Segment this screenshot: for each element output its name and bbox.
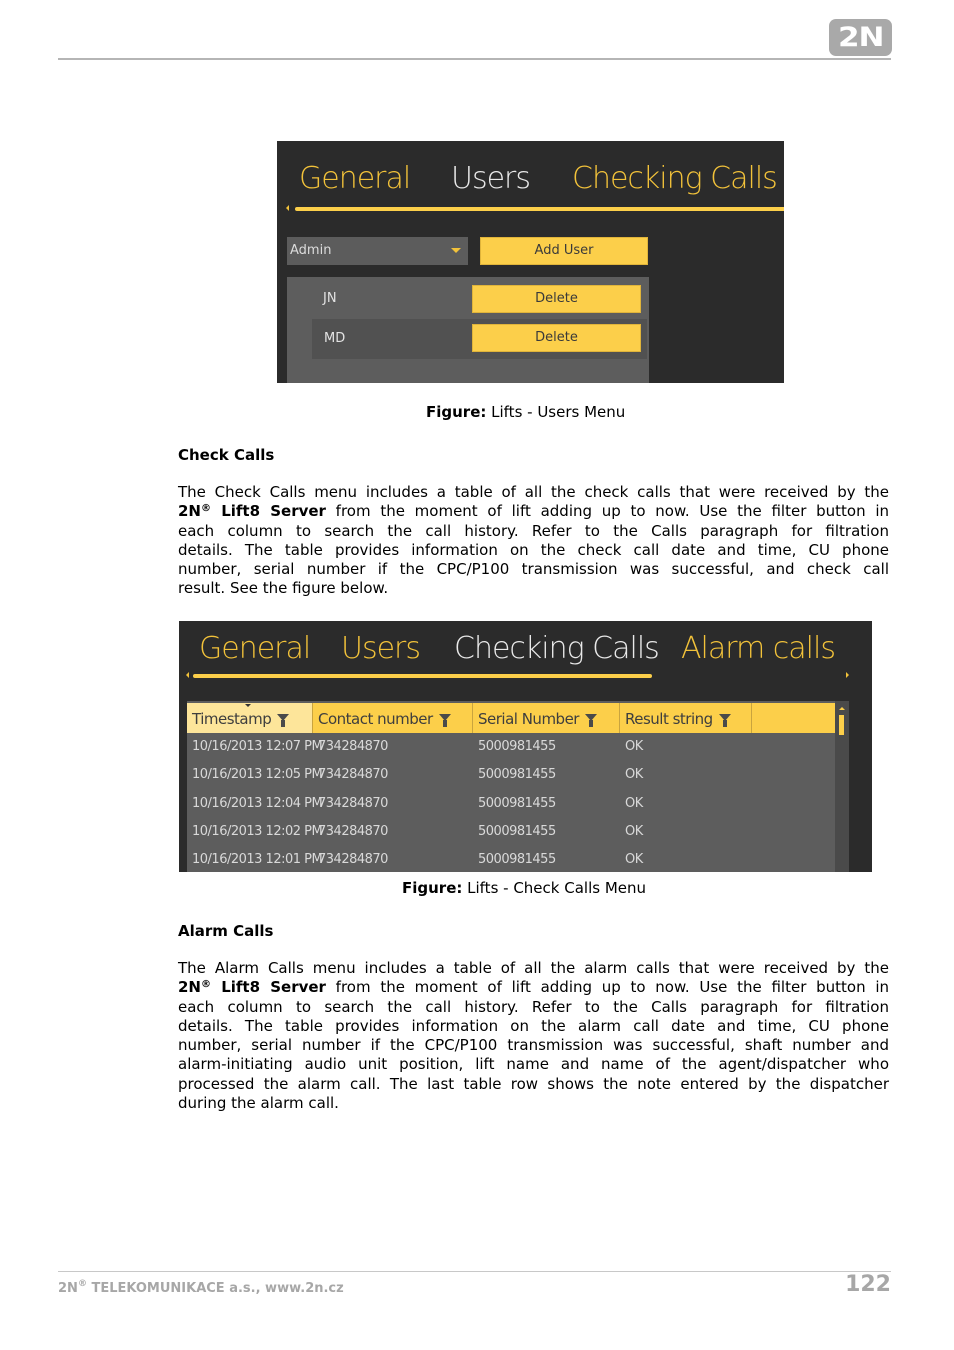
role-dropdown[interactable]: Admin (287, 237, 468, 265)
cell-timestamp: 10/16/2013 12:02 PM (192, 823, 323, 839)
scroll-left-arrow-icon[interactable] (186, 672, 189, 678)
alarm-calls-paragraph: The Alarm Calls menu includes a table of… (178, 959, 890, 1113)
table-row[interactable]: 10/16/2013 12:04 PM 734284870 5000981455 OK (187, 790, 835, 818)
cell-timestamp: 10/16/2013 12:01 PM (192, 852, 323, 868)
cell-timestamp: 10/16/2013 12:04 PM (192, 795, 323, 811)
cell-contact-number: 734284870 (318, 795, 388, 811)
cell-result-string: OK (625, 823, 643, 839)
scrollbar-thumb[interactable] (839, 715, 844, 735)
cell-contact-number: 734284870 (318, 767, 388, 783)
tab-checking-calls[interactable]: Checking Calls (572, 161, 778, 196)
tab-checking-calls[interactable]: Checking Calls (454, 631, 660, 666)
column-header-filler (752, 703, 835, 733)
tab-general[interactable]: General (199, 631, 311, 666)
cell-serial-number: 5000981455 (478, 823, 556, 839)
2n-logo: 2N (829, 19, 892, 56)
list-item: JN Delete (287, 279, 647, 319)
tab-users[interactable]: Users (451, 161, 531, 196)
chevron-down-icon (451, 248, 461, 253)
column-header-serial-number[interactable]: Serial Number (473, 703, 620, 733)
users-list: JN Delete MD Delete (287, 277, 649, 383)
cell-result-string: OK (625, 767, 643, 783)
users-menu-screenshot: General Users Checking Calls Admin Add U… (277, 141, 784, 383)
delete-user-button[interactable]: Delete (472, 285, 641, 313)
alarm-calls-heading: Alarm Calls (178, 922, 274, 940)
sort-descending-icon (245, 704, 251, 707)
filter-icon[interactable] (277, 714, 290, 727)
cell-result-string: OK (625, 852, 643, 868)
page-number: 122 (845, 1272, 891, 1297)
table-row[interactable]: 10/16/2013 12:01 PM 734284870 5000981455 OK (187, 846, 835, 872)
list-item: MD Delete (312, 319, 647, 359)
user-name: MD (324, 331, 346, 346)
scroll-right-arrow-icon[interactable] (846, 672, 849, 678)
add-user-button[interactable]: Add User (480, 237, 648, 265)
cell-serial-number: 5000981455 (478, 739, 556, 754)
column-header-timestamp[interactable]: Timestamp (187, 703, 313, 733)
delete-user-button[interactable]: Delete (472, 324, 641, 352)
column-header-result-string[interactable]: Result string (620, 703, 752, 733)
tab-general[interactable]: General (299, 161, 411, 196)
tab-scroll-rail[interactable] (193, 674, 652, 678)
cell-serial-number: 5000981455 (478, 852, 556, 868)
cell-serial-number: 5000981455 (478, 795, 556, 811)
check-calls-paragraph: The Check Calls menu includes a table of… (178, 483, 890, 598)
scroll-left-arrow-icon[interactable] (286, 205, 289, 211)
check-calls-screenshot: General Users Checking Calls Alarm calls… (179, 621, 872, 872)
table-row[interactable]: 10/16/2013 12:07 PM 734284870 5000981455 OK (187, 733, 835, 761)
tab-alarm-calls[interactable]: Alarm calls (681, 631, 836, 666)
footer-company: 2N® TELEKOMUNIKACE a.s., www.2n.cz (58, 1279, 344, 1296)
figure-caption-users: Figure: Lifts - Users Menu (426, 403, 626, 421)
filter-icon[interactable] (718, 714, 731, 727)
check-calls-heading: Check Calls (178, 446, 275, 464)
filter-icon[interactable] (438, 714, 451, 727)
cell-timestamp: 10/16/2013 12:07 PM (192, 739, 323, 754)
cell-serial-number: 5000981455 (478, 767, 556, 783)
table-body: 10/16/2013 12:07 PM 734284870 5000981455 OK… (187, 733, 835, 872)
user-name: JN (323, 291, 337, 306)
cell-timestamp: 10/16/2013 12:05 PM (192, 767, 323, 783)
cell-result-string: OK (625, 739, 643, 754)
vertical-scrollbar[interactable] (835, 701, 849, 872)
tab-scroll-rail[interactable] (295, 207, 784, 211)
filter-icon[interactable] (584, 714, 597, 727)
scroll-up-arrow-icon[interactable] (839, 707, 845, 710)
figure-caption-check-calls: Figure: Lifts - Check Calls Menu (402, 879, 647, 897)
cell-result-string: OK (625, 795, 643, 811)
footer-divider (58, 1271, 891, 1272)
cell-contact-number: 734284870 (318, 739, 388, 754)
cell-contact-number: 734284870 (318, 823, 388, 839)
cell-contact-number: 734284870 (318, 852, 388, 868)
table-row[interactable]: 10/16/2013 12:05 PM 734284870 5000981455 OK (187, 761, 835, 789)
header-divider (58, 58, 891, 60)
tab-users[interactable]: Users (341, 631, 421, 666)
check-calls-table: Timestamp Contact number Serial Number R… (187, 701, 849, 872)
column-header-contact-number[interactable]: Contact number (313, 703, 473, 733)
table-header: Timestamp Contact number Serial Number R… (187, 703, 835, 733)
table-row[interactable]: 10/16/2013 12:02 PM 734284870 5000981455 OK (187, 818, 835, 846)
